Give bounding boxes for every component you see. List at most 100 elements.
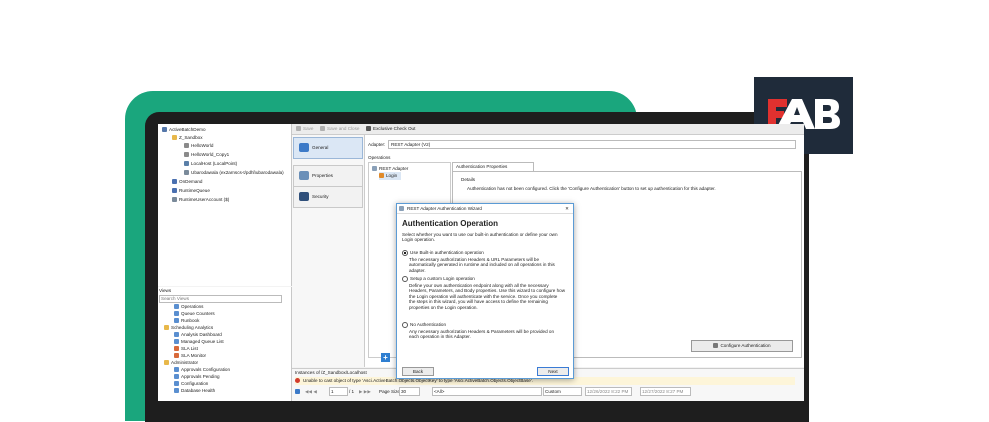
views-item[interactable]: Queue Counters — [174, 310, 215, 317]
first-page-icon[interactable]: ◀◀ ◀ — [305, 387, 317, 396]
save-close-icon — [320, 126, 325, 132]
wizard-icon — [399, 206, 404, 211]
gear-icon — [713, 343, 719, 349]
radio-no-auth[interactable] — [402, 322, 408, 328]
option-no-auth[interactable]: No Authentication — [402, 322, 564, 328]
views-item[interactable]: Administrator — [164, 359, 198, 366]
tree-item[interactable]: Ubarodawala (ex2arnscs-t/pdhl\ubarodawal… — [184, 169, 284, 177]
details-label: Details — [461, 177, 476, 182]
view-icon — [174, 388, 179, 394]
option-custom-login-desc: Define your own authentication endpoint … — [409, 283, 566, 310]
adapter-icon — [372, 166, 377, 172]
object-tree: ActiveBatchDemo Z_Sandbox HelloWorld Hel… — [158, 124, 292, 286]
radio-custom-login[interactable] — [402, 276, 408, 282]
job-icon — [184, 152, 189, 158]
shield-icon — [299, 192, 309, 201]
lock-icon — [366, 126, 371, 132]
dialog-intro: Select whether you want to use our built… — [402, 232, 558, 243]
sla-icon — [174, 346, 179, 352]
folder-icon — [164, 360, 169, 366]
filter-select[interactable]: <All> — [432, 387, 542, 396]
views-item[interactable]: Database Health — [174, 387, 215, 394]
tab-authentication-properties[interactable]: Authentication Properties — [452, 162, 534, 171]
refresh-icon[interactable] — [295, 389, 300, 394]
tab-properties[interactable]: Properties — [293, 165, 363, 187]
view-icon — [174, 339, 179, 345]
general-icon — [299, 143, 309, 152]
operation-item[interactable]: Login — [379, 172, 402, 180]
error-icon — [295, 378, 300, 384]
option-no-auth-desc: Any necessary authorization Headers & Pa… — [409, 329, 555, 340]
folder-icon — [172, 135, 177, 141]
views-item[interactable]: Configuration — [174, 380, 208, 387]
save-button[interactable]: Save — [296, 125, 313, 133]
tree-item[interactable]: RuntimeUserAccount ($) — [172, 196, 229, 204]
views-item[interactable]: Scheduling Analytics — [164, 324, 213, 331]
tree-item[interactable]: Z_Sandbox — [172, 134, 203, 142]
details-text: Authentication has not been configured. … — [467, 186, 716, 191]
tab-security[interactable]: Security — [293, 186, 363, 208]
save-close-button[interactable]: Save and Close — [320, 125, 359, 133]
toolbar: Save Save and Close Exclusive Check Out — [292, 124, 804, 135]
queue-icon — [172, 188, 177, 194]
radio-builtin[interactable] — [402, 250, 408, 256]
tree-item[interactable]: OnDemand — [172, 178, 203, 186]
login-icon — [379, 173, 384, 179]
pager-bar: ◀◀ ◀ 1 / 1 ▶ ▶▶ Page Size 30 <All> Custo… — [295, 387, 800, 396]
dialog-titlebar: REST Adapter Authentication Wizard ✕ — [397, 204, 573, 214]
view-icon — [174, 374, 179, 380]
view-icon — [174, 318, 179, 324]
tree-item[interactable]: ActiveBatchDemo — [162, 126, 206, 134]
dialog-heading: Authentication Operation — [402, 219, 498, 228]
instances-title: Instances of /Z_Sandbox/Localhost — [295, 370, 367, 375]
save-icon — [296, 126, 301, 132]
sla-icon — [174, 353, 179, 359]
next-button[interactable]: Next — [537, 367, 569, 376]
views-item[interactable]: Operations — [174, 303, 203, 310]
next-page-icon[interactable]: ▶ ▶▶ — [359, 387, 371, 396]
range-select[interactable]: Custom — [543, 387, 582, 396]
properties-icon — [299, 171, 309, 180]
views-title: Views — [159, 288, 172, 293]
views-item[interactable]: Approvals Configuration — [174, 366, 230, 373]
option-custom-login[interactable]: Setup a custom Login operation — [402, 276, 564, 282]
back-button[interactable]: Back — [402, 367, 434, 376]
adapter-select[interactable]: REST Adapter (V2) — [388, 140, 796, 149]
app-screen: ActiveBatchDemo Z_Sandbox HelloWorld Hel… — [158, 124, 804, 401]
add-operation-button[interactable]: + — [381, 353, 390, 362]
tree-item[interactable]: HelloWorld_Copy1 — [184, 151, 229, 159]
user-account-icon — [184, 170, 189, 176]
views-search-input[interactable]: Search Views — [159, 295, 282, 303]
views-item[interactable]: Analysis Dashboard — [174, 331, 222, 338]
close-icon[interactable]: ✕ — [565, 204, 569, 213]
views-item[interactable]: Approvals Pending — [174, 373, 220, 380]
views-item[interactable]: Managed Queue List — [174, 338, 224, 345]
date-from-field[interactable]: 12/26/2022 8:22 PM — [585, 387, 632, 396]
page-size-label: Page Size — [379, 389, 400, 394]
view-icon — [174, 304, 179, 310]
dialog-title: REST Adapter Authentication Wizard — [407, 206, 482, 211]
authentication-wizard-dialog: REST Adapter Authentication Wizard ✕ Aut… — [396, 203, 574, 379]
view-icon — [174, 332, 179, 338]
views-item[interactable]: Runbook — [174, 317, 199, 324]
tree-item[interactable]: LocalHost (LocalPoint) — [184, 160, 237, 168]
page-input[interactable]: 1 — [329, 387, 348, 396]
tab-general[interactable]: General — [293, 137, 363, 159]
checkout-button[interactable]: Exclusive Check Out — [366, 125, 415, 133]
views-pane: Views Search Views Operations Queue Coun… — [158, 287, 292, 401]
tree-item[interactable]: HelloWorld — [184, 142, 213, 150]
view-icon — [174, 381, 179, 387]
property-nav: General Properties Security — [292, 135, 365, 367]
tree-item[interactable]: RuntimeQueue — [172, 187, 210, 195]
configure-authentication-button[interactable]: Configure Authentication — [691, 340, 793, 352]
option-builtin-desc: The necessary authorization Headers & UR… — [409, 257, 555, 273]
page-size-select[interactable]: 30 — [399, 387, 420, 396]
date-to-field[interactable]: 12/27/2022 8:27 PM — [640, 387, 691, 396]
adapter-label: Adapter: — [368, 142, 386, 147]
views-item[interactable]: SLA Monitor — [174, 352, 206, 359]
view-icon — [174, 311, 179, 317]
queue-icon — [184, 161, 189, 167]
option-builtin[interactable]: Use Built-in authentication operation — [402, 250, 564, 256]
views-item[interactable]: SLA List — [174, 345, 198, 352]
folder-icon — [164, 325, 169, 331]
